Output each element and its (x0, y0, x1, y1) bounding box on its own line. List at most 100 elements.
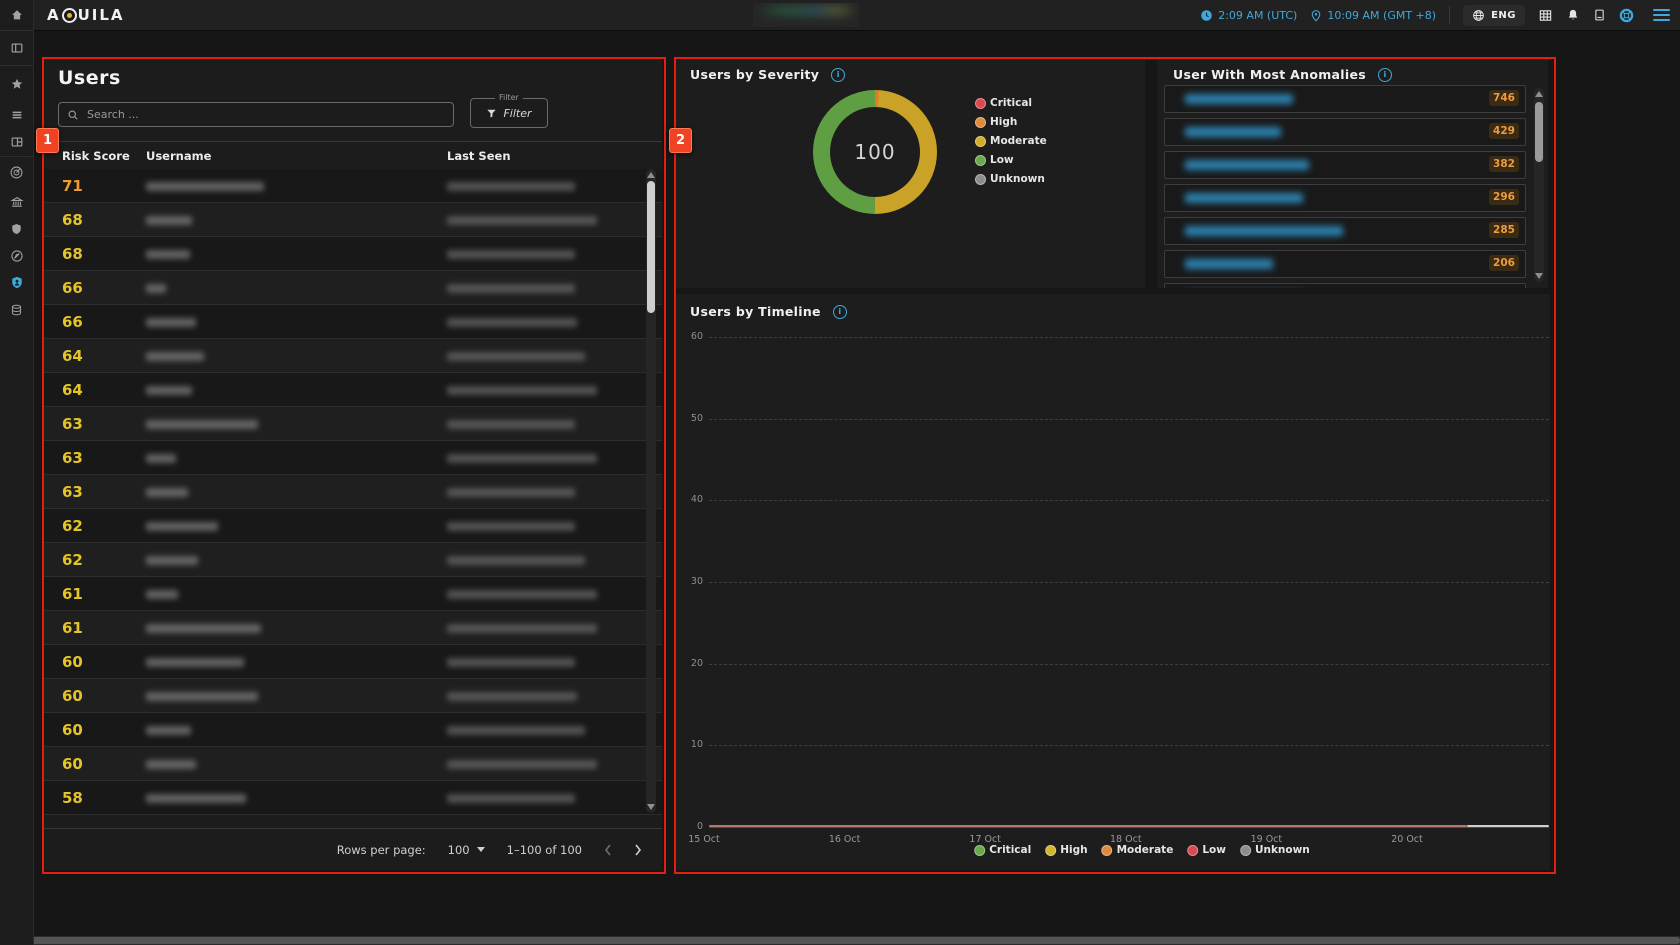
scroll-up-arrow-icon[interactable] (1535, 91, 1543, 97)
support-button[interactable] (1619, 8, 1634, 23)
users-table-scrollbar[interactable] (646, 169, 656, 813)
table-row[interactable]: 60 (42, 645, 662, 679)
shield-icon (10, 222, 23, 236)
table-row[interactable]: 63 (42, 475, 662, 509)
sidebar-item-layout[interactable] (0, 128, 33, 156)
sidebar-item-list[interactable] (0, 101, 33, 128)
legend-dot-icon (974, 845, 985, 856)
x-axis-tick-label: 16 Oct (817, 834, 873, 845)
anomaly-list-item[interactable]: 296 (1164, 184, 1526, 212)
table-row[interactable]: 58 (42, 781, 662, 815)
scroll-up-arrow-icon[interactable] (647, 172, 655, 178)
legend-item[interactable]: Low (975, 154, 1047, 166)
table-row[interactable]: 68 (42, 237, 662, 271)
table-row[interactable]: 60 (42, 679, 662, 713)
sidebar-item-split-view[interactable] (0, 31, 33, 65)
bell-icon (1566, 8, 1580, 22)
table-row[interactable]: 60 (42, 713, 662, 747)
risk-score: 68 (62, 245, 83, 263)
anomaly-list-item[interactable]: 285 (1164, 217, 1526, 245)
next-page-button[interactable] (634, 844, 642, 856)
table-row[interactable]: 62 (42, 543, 662, 577)
legend-item[interactable]: Unknown (1240, 844, 1310, 856)
table-row[interactable]: 63 (42, 407, 662, 441)
username-redacted (146, 250, 190, 259)
table-row[interactable]: 61 (42, 577, 662, 611)
info-icon[interactable]: i (1378, 68, 1392, 82)
horizontal-scrollbar-thumb[interactable] (0, 937, 1680, 944)
sidebar-item-radar[interactable] (0, 157, 33, 188)
language-selector[interactable]: ENG (1463, 5, 1525, 26)
legend-item[interactable]: High (1045, 844, 1087, 856)
table-row[interactable]: 63 (42, 441, 662, 475)
username-redacted (146, 352, 204, 361)
table-row[interactable]: 68 (42, 203, 662, 237)
x-axis-tick-label: 20 Oct (1379, 834, 1435, 845)
scroll-down-arrow-icon[interactable] (647, 804, 655, 810)
sidebar-item-shield[interactable] (0, 215, 33, 242)
rows-per-page-label: Rows per page: (337, 843, 426, 857)
anomalies-scrollbar[interactable] (1534, 88, 1544, 282)
scrollbar-thumb[interactable] (647, 181, 655, 313)
search-input[interactable] (85, 107, 445, 122)
scrollbar-thumb[interactable] (1535, 102, 1543, 162)
sidebar-item-database[interactable] (0, 296, 33, 324)
rows-per-page-select[interactable]: 100 (448, 843, 485, 857)
filter-button[interactable]: Filter Filter (470, 98, 548, 128)
table-row[interactable]: 66 (42, 305, 662, 339)
username-redacted (146, 658, 244, 667)
horizontal-scrollbar[interactable] (0, 936, 1680, 945)
y-axis-tick-label: 50 (677, 413, 703, 424)
column-header-risk-score[interactable]: Risk Score (62, 149, 130, 163)
table-row[interactable]: 64 (42, 373, 662, 407)
legend-item[interactable]: High (975, 116, 1047, 128)
legend-item[interactable]: Low (1187, 844, 1226, 856)
previous-page-button[interactable] (604, 844, 612, 856)
anomaly-count-badge: 746 (1489, 90, 1519, 106)
anomalies-panel-title: User With Most Anomalies (1173, 67, 1366, 82)
table-row[interactable]: 64 (42, 339, 662, 373)
logo-text-suffix: UILA (78, 6, 125, 24)
anomaly-list-item[interactable]: 206 (1164, 250, 1526, 278)
sidebar-item-home[interactable] (0, 0, 33, 30)
last-seen-redacted (447, 658, 575, 667)
risk-score: 60 (62, 653, 83, 671)
legend-item[interactable]: Critical (975, 97, 1047, 109)
column-header-username[interactable]: Username (146, 149, 211, 163)
risk-score: 63 (62, 415, 83, 433)
timeline-plot-area[interactable]: 605040302010015 Oct16 Oct17 Oct18 Oct19 … (709, 337, 1549, 827)
table-row[interactable]: 61 (42, 611, 662, 645)
last-seen-redacted (447, 216, 597, 225)
sidebar-item-user-security-active[interactable] (0, 269, 33, 296)
sidebar-item-favorites[interactable] (0, 66, 33, 101)
docs-button[interactable] (1593, 8, 1606, 22)
severity-panel-header: Users by Severity i (690, 67, 845, 82)
legend-item[interactable]: Moderate (975, 135, 1047, 147)
anomaly-list-item[interactable]: 429 (1164, 118, 1526, 146)
app-window: AUILA 2:09 AM (UTC) 10:09 AM (GMT +8) EN… (0, 0, 1680, 945)
table-row[interactable]: 60 (42, 747, 662, 781)
legend-label: Moderate (990, 135, 1047, 147)
anomaly-list-item[interactable]: 746 (1164, 85, 1526, 113)
legend-item[interactable]: Critical (974, 844, 1031, 856)
data-grid-button[interactable] (1538, 8, 1553, 23)
table-row[interactable]: 62 (42, 509, 662, 543)
app-logo[interactable]: AUILA (47, 6, 125, 24)
last-seen-redacted (447, 556, 585, 565)
legend-item[interactable]: Unknown (975, 173, 1047, 185)
anomaly-list-item[interactable] (1164, 283, 1526, 288)
sidebar-item-institution[interactable] (0, 188, 33, 215)
info-icon[interactable]: i (831, 68, 845, 82)
sidebar-item-compass[interactable] (0, 242, 33, 269)
column-header-last-seen[interactable]: Last Seen (447, 149, 511, 163)
anomaly-list-item[interactable]: 382 (1164, 151, 1526, 179)
hamburger-menu-icon[interactable] (1653, 9, 1670, 21)
legend-item[interactable]: Moderate (1102, 844, 1174, 856)
scroll-down-arrow-icon[interactable] (1535, 273, 1543, 279)
info-icon[interactable]: i (833, 305, 847, 319)
last-seen-redacted (447, 488, 575, 497)
table-row[interactable]: 71 (42, 169, 662, 203)
table-row[interactable]: 66 (42, 271, 662, 305)
notifications-button[interactable] (1566, 8, 1580, 22)
severity-donut-chart[interactable]: 100 (813, 90, 937, 214)
